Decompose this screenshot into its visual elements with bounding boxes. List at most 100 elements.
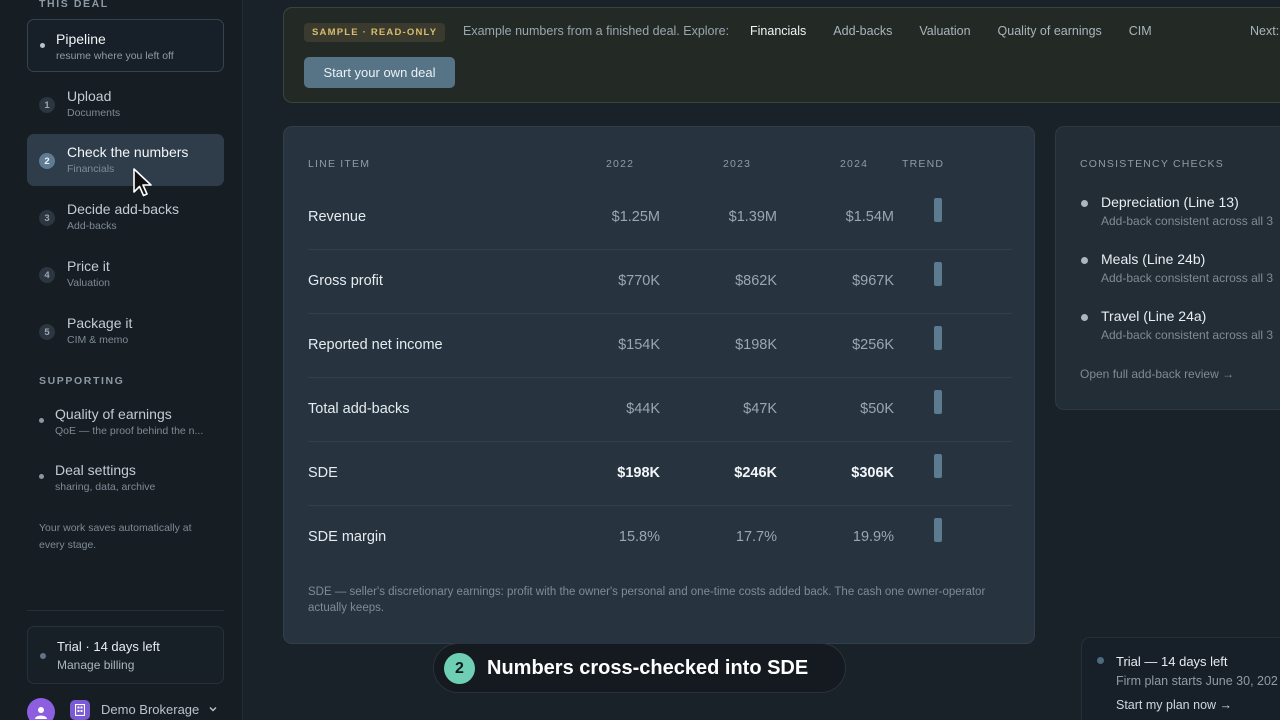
explore-link-add-backs[interactable]: Add-backs (833, 24, 892, 38)
step-label: Price it (67, 258, 110, 274)
chevron-down-icon[interactable] (208, 704, 218, 714)
explore-link-cim[interactable]: CIM (1129, 24, 1152, 38)
sidebar-item-label: Quality of earnings (55, 406, 172, 422)
step-sublabel: Financials (67, 163, 115, 175)
header-year-2023: 2023 (723, 158, 752, 170)
mouse-cursor-icon (133, 168, 152, 197)
trend-sparkline (934, 262, 942, 286)
check-dot (1081, 200, 1088, 207)
banner-explore-links: Financials Add-backs Valuation Quality o… (750, 24, 1179, 38)
financials-table-card: LINE ITEM 2022 2023 2024 TREND Revenue $… (283, 126, 1035, 644)
sidebar-step-package-it[interactable]: 5 Package it CIM & memo (27, 305, 224, 357)
section-label-this-deal: THIS DEAL (39, 0, 109, 10)
trend-sparkline (934, 198, 942, 222)
start-plan-link[interactable]: Start my plan now → (1116, 698, 1232, 712)
trial-card-title: Trial — 14 days left (1116, 654, 1228, 669)
autosave-note: Your work saves automatically at every s… (39, 522, 192, 551)
cell-2024: $50K (860, 401, 894, 417)
consistency-checks-card: CONSISTENCY CHECKS Depreciation (Line 13… (1055, 126, 1280, 410)
table-row[interactable]: Gross profit $770K $862K $967K (308, 250, 1012, 314)
header-year-2022: 2022 (606, 158, 635, 170)
cell-2023: $862K (735, 273, 777, 289)
cell-2024: $306K (851, 465, 894, 481)
table-row[interactable]: SDE margin 15.8% 17.7% 19.9% (308, 506, 1012, 570)
step-number: 1 (39, 97, 55, 113)
org-switcher-name[interactable]: Demo Brokerage (101, 702, 199, 717)
table-row[interactable]: Revenue $1.25M $1.39M $1.54M (308, 186, 1012, 250)
sidebar-item-sublabel: QoE — the proof behind the n... (55, 425, 204, 437)
open-add-back-review-link[interactable]: Open full add-back review → (1080, 367, 1234, 381)
cell-2024: $256K (852, 337, 894, 353)
sidebar-step-upload[interactable]: 1 Upload Documents (27, 78, 224, 130)
check-dot (1081, 257, 1088, 264)
cell-2023: $1.39M (728, 209, 777, 225)
sidebar-item-label: Deal settings (55, 462, 136, 478)
cell-2023: $246K (734, 465, 777, 481)
cell-2023: $47K (743, 401, 777, 417)
cell-2023: $198K (735, 337, 777, 353)
section-label-supporting: SUPPORTING (39, 375, 125, 387)
start-own-deal-button[interactable]: Start your own deal (304, 57, 455, 88)
table-row[interactable]: Reported net income $154K $198K $256K (308, 314, 1012, 378)
row-label: Revenue (308, 209, 367, 225)
bullet-dot (39, 474, 44, 479)
check-title: Travel (Line 24a) (1101, 308, 1207, 324)
trend-sparkline (934, 326, 942, 350)
avatar[interactable] (27, 698, 55, 720)
step-number: 2 (39, 153, 55, 169)
check-title: Meals (Line 24b) (1101, 251, 1206, 267)
explore-link-financials[interactable]: Financials (750, 24, 806, 38)
step-caption: 2 Numbers cross-checked into SDE (433, 643, 846, 693)
building-icon (70, 700, 90, 720)
sidebar-item-quality-of-earnings[interactable]: Quality of earnings QoE — the proof behi… (27, 406, 224, 452)
sidebar-step-price-it[interactable]: 4 Price it Valuation (27, 248, 224, 300)
step-sublabel: Valuation (67, 277, 111, 289)
table-row[interactable]: SDE $198K $246K $306K (308, 442, 1012, 506)
sidebar-item-deal-settings[interactable]: Deal settings sharing, data, archive (27, 462, 224, 508)
trial-status-label: Trial · 14 days left (57, 639, 160, 654)
row-label: SDE margin (308, 529, 387, 545)
cell-2024: 19.9% (852, 529, 894, 545)
step-label: Decide add-backs (67, 201, 180, 217)
trial-card-subtitle: Firm plan starts June 30, 202 (1116, 674, 1278, 688)
sidebar-step-decide-add-backs[interactable]: 3 Decide add-backs Add-backs (27, 191, 224, 243)
cell-2022: $198K (617, 465, 660, 481)
caption-text: Numbers cross-checked into SDE (487, 657, 809, 679)
sidebar: THIS DEAL Pipeline resume where you left… (0, 0, 243, 720)
sample-banner: SAMPLE · READ-ONLY Example numbers from … (283, 7, 1280, 103)
manage-billing-link[interactable]: Manage billing (57, 658, 134, 672)
cell-2024: $967K (852, 273, 894, 289)
step-sublabel: CIM & memo (67, 334, 129, 346)
bullet-dot (39, 418, 44, 423)
explore-link-quality-of-earnings[interactable]: Quality of earnings (998, 24, 1102, 38)
cell-2022: $154K (618, 337, 660, 353)
trial-card: Trial — 14 days left Firm plan starts Ju… (1081, 637, 1280, 720)
check-dot (1081, 314, 1088, 321)
check-detail: Add-back consistent across all 3 (1101, 328, 1274, 342)
trend-sparkline (934, 454, 942, 478)
sde-footnote: SDE — seller's discretionary earnings: p… (308, 586, 986, 614)
explore-link-valuation[interactable]: Valuation (919, 24, 970, 38)
cell-2022: $770K (618, 273, 660, 289)
bullet-dot (40, 43, 45, 48)
status-dot (1097, 657, 1104, 664)
sidebar-step-check-the-numbers[interactable]: 2 Check the numbers Financials (27, 134, 224, 186)
table-row[interactable]: Total add-backs $44K $47K $50K (308, 378, 1012, 442)
sidebar-item-sublabel: sharing, data, archive (55, 481, 156, 493)
step-label: Upload (67, 88, 112, 104)
row-label: Gross profit (308, 273, 383, 289)
check-detail: Add-back consistent across all 3 (1101, 214, 1274, 228)
check-title: Depreciation (Line 13) (1101, 194, 1239, 210)
sidebar-item-pipeline[interactable]: Pipeline resume where you left off (27, 19, 224, 72)
read-only-badge: SAMPLE · READ-ONLY (304, 23, 446, 42)
trial-status-box[interactable]: Trial · 14 days left Manage billing (27, 626, 224, 684)
step-number: 3 (39, 210, 55, 226)
cell-2022: 15.8% (618, 529, 660, 545)
cell-2024: $1.54M (845, 209, 894, 225)
caption-step-number: 2 (444, 653, 475, 684)
step-label: Check the numbers (67, 144, 189, 160)
check-detail: Add-back consistent across all 3 (1101, 271, 1274, 285)
next-link[interactable]: Next: (1250, 24, 1279, 38)
step-number: 5 (39, 324, 55, 340)
step-sublabel: Documents (67, 107, 121, 119)
